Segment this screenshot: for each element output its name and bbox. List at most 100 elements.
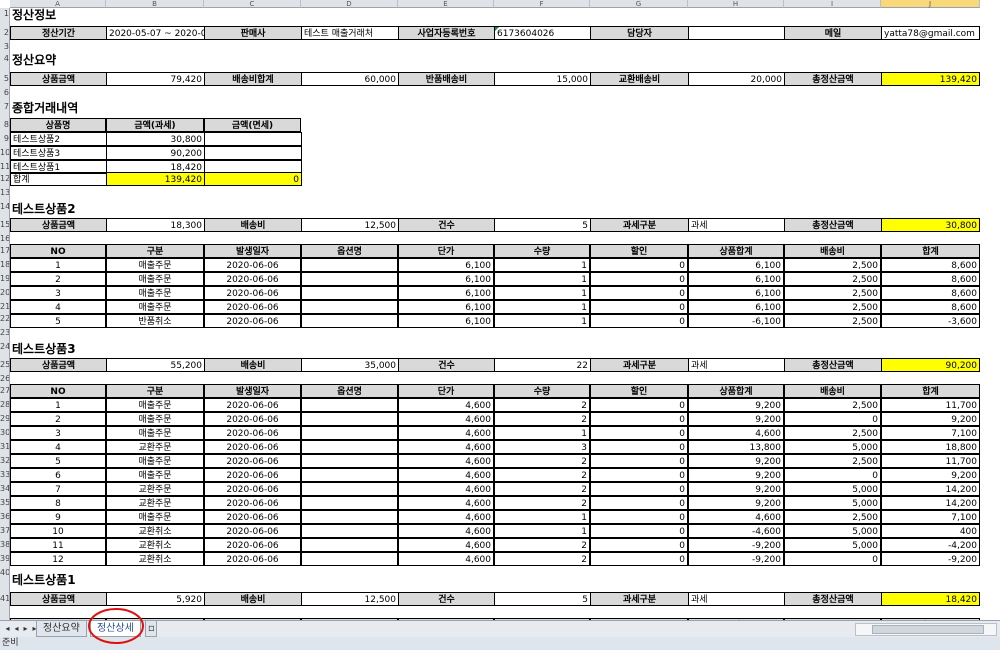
- table-cell[interactable]: 5: [10, 314, 106, 328]
- row-number[interactable]: 20: [0, 286, 9, 300]
- table-cell[interactable]: 2020-06-06: [204, 482, 301, 496]
- table-cell[interactable]: [301, 482, 398, 496]
- row-number[interactable]: 8: [0, 118, 9, 132]
- table-cell[interactable]: 1: [494, 314, 590, 328]
- table-cell[interactable]: 2: [494, 398, 590, 412]
- column-header[interactable]: E: [398, 0, 494, 8]
- table-cell[interactable]: 6,100: [688, 300, 784, 314]
- table-cell[interactable]: 0: [784, 468, 881, 482]
- table-cell[interactable]: 0: [590, 524, 688, 538]
- row-number[interactable]: 25: [0, 358, 9, 372]
- table-cell[interactable]: 3: [10, 286, 106, 300]
- row-number[interactable]: 38: [0, 538, 9, 552]
- table-cell[interactable]: 2020-06-06: [204, 426, 301, 440]
- product-total[interactable]: 18,420: [881, 592, 980, 606]
- row-number[interactable]: 27: [0, 384, 9, 398]
- table-cell[interactable]: 4,600: [688, 510, 784, 524]
- email-value[interactable]: yatta78@gmail.com: [881, 26, 980, 40]
- table-cell[interactable]: 12: [10, 552, 106, 566]
- table-cell[interactable]: 400: [881, 524, 980, 538]
- table-cell[interactable]: 2,500: [784, 258, 881, 272]
- row-number[interactable]: 4: [0, 52, 9, 66]
- table-cell[interactable]: [301, 538, 398, 552]
- summary-exchange-shipping-label[interactable]: 교환배송비: [590, 72, 689, 86]
- table-cell[interactable]: 2: [494, 538, 590, 552]
- table-cell[interactable]: -3,600: [881, 314, 980, 328]
- spreadsheet-grid[interactable]: ABCDEFGHIJ 1 2 3 4 5 6 7 8 9 10 11 12 13 14 15 16 17 18 19…: [0, 0, 1000, 620]
- table-cell[interactable]: 2,500: [784, 398, 881, 412]
- column-header[interactable]: C: [204, 0, 301, 8]
- product-total-label[interactable]: 총정산금액: [784, 358, 882, 372]
- table-cell[interactable]: 6,100: [688, 286, 784, 300]
- table-cell[interactable]: 2: [494, 454, 590, 468]
- table-cell[interactable]: 1: [494, 426, 590, 440]
- table-cell[interactable]: 9,200: [688, 468, 784, 482]
- overall-sum-taxed[interactable]: 139,420: [106, 172, 205, 186]
- overall-header[interactable]: 상품명: [10, 118, 106, 132]
- detail-header-cell[interactable]: 옵션명: [301, 244, 398, 258]
- table-cell[interactable]: 4: [10, 300, 106, 314]
- summary-exchange-shipping[interactable]: 20,000: [688, 72, 785, 86]
- row-number[interactable]: 33: [0, 468, 9, 482]
- table-cell[interactable]: 0: [590, 314, 688, 328]
- period-value[interactable]: 2020-05-07 ~ 2020-06-: [106, 26, 205, 40]
- table-cell[interactable]: 6,100: [398, 258, 494, 272]
- table-cell[interactable]: 3: [494, 440, 590, 454]
- detail-header-cell[interactable]: NO: [10, 244, 106, 258]
- detail-header-cell[interactable]: 합계: [881, 384, 980, 398]
- summary-product-amount[interactable]: 79,420: [106, 72, 205, 86]
- detail-header-cell[interactable]: 수량: [494, 244, 590, 258]
- table-cell[interactable]: 18,800: [881, 440, 980, 454]
- summary-shipping-total[interactable]: 60,000: [301, 72, 399, 86]
- row-number[interactable]: 34: [0, 482, 9, 496]
- summary-return-shipping[interactable]: 15,000: [494, 72, 591, 86]
- product-amount[interactable]: 55,200: [106, 358, 205, 372]
- prev-sheet-icon[interactable]: ◂: [12, 623, 21, 634]
- table-cell[interactable]: 매출주문: [106, 398, 204, 412]
- row-number[interactable]: 18: [0, 258, 9, 272]
- row-number[interactable]: 40: [0, 566, 9, 580]
- table-cell[interactable]: 6,100: [398, 300, 494, 314]
- next-sheet-icon[interactable]: ▸: [21, 623, 30, 634]
- table-cell[interactable]: 9,200: [688, 496, 784, 510]
- product-amount-label[interactable]: 상품금액: [10, 218, 107, 232]
- detail-header-cell[interactable]: 구분: [106, 384, 204, 398]
- table-cell[interactable]: 9,200: [881, 468, 980, 482]
- detail-header-cell[interactable]: 합계: [881, 244, 980, 258]
- product-shipping[interactable]: 12,500: [301, 218, 399, 232]
- table-cell[interactable]: 교환취소: [106, 538, 204, 552]
- table-cell[interactable]: 2020-06-06: [204, 286, 301, 300]
- table-cell[interactable]: 5: [10, 454, 106, 468]
- table-cell[interactable]: 5,000: [784, 440, 881, 454]
- table-cell[interactable]: 매출주문: [106, 300, 204, 314]
- table-cell[interactable]: 4: [10, 440, 106, 454]
- table-cell[interactable]: 7,100: [881, 510, 980, 524]
- tab-settlement-summary[interactable]: 정산요약: [36, 621, 87, 637]
- table-cell[interactable]: 6,100: [398, 314, 494, 328]
- table-cell[interactable]: 6: [10, 468, 106, 482]
- table-cell[interactable]: 6,100: [398, 272, 494, 286]
- table-cell[interactable]: 2,500: [784, 454, 881, 468]
- row-number[interactable]: 12: [0, 172, 9, 186]
- column-header[interactable]: G: [590, 0, 688, 8]
- overall-taxed-amount[interactable]: 30,800: [106, 132, 205, 146]
- table-cell[interactable]: 8,600: [881, 258, 980, 272]
- summary-return-shipping-label[interactable]: 반품배송비: [398, 72, 495, 86]
- table-cell[interactable]: 4,600: [398, 440, 494, 454]
- table-cell[interactable]: [301, 468, 398, 482]
- table-cell[interactable]: 0: [590, 552, 688, 566]
- table-cell[interactable]: 0: [784, 552, 881, 566]
- table-cell[interactable]: 매출주문: [106, 286, 204, 300]
- table-cell[interactable]: 1: [10, 398, 106, 412]
- row-number[interactable]: 13: [0, 186, 9, 200]
- detail-header-cell[interactable]: 할인: [590, 384, 688, 398]
- table-cell[interactable]: [301, 398, 398, 412]
- table-cell[interactable]: 매출주문: [106, 454, 204, 468]
- table-cell[interactable]: 3: [10, 426, 106, 440]
- row-number[interactable]: 19: [0, 272, 9, 286]
- table-cell[interactable]: 4,600: [398, 398, 494, 412]
- table-cell[interactable]: 0: [590, 398, 688, 412]
- table-cell[interactable]: 0: [590, 412, 688, 426]
- horizontal-scrollbar[interactable]: [855, 623, 997, 636]
- row-number[interactable]: 7: [0, 100, 9, 114]
